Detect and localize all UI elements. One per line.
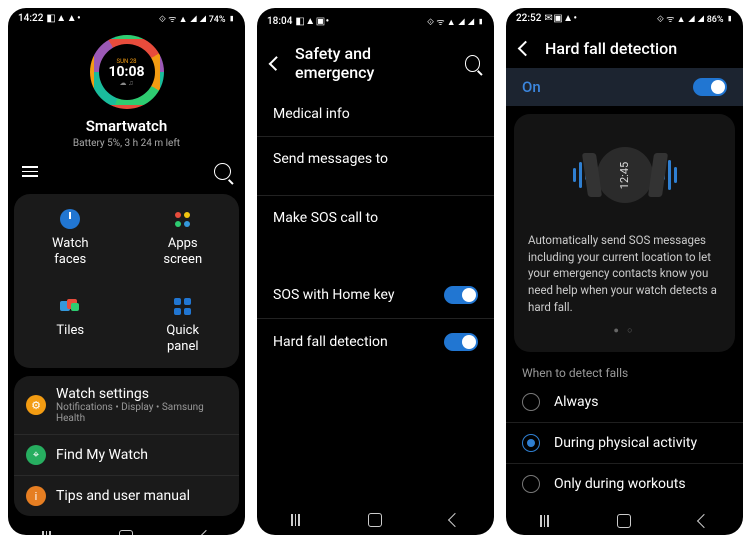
nav-home-icon[interactable] (617, 514, 631, 528)
apps-icon (175, 212, 190, 227)
status-left-icons: ◧ ▲ ▣ • (295, 16, 328, 27)
status-bar: 18:04 ◧ ▲ ▣ • ⟐ ᯤ ▲ ◢ ◢ ▮ (257, 8, 494, 34)
watch-settings-item[interactable]: ⚙ Watch settings Notifications • Display… (14, 376, 239, 434)
nav-back-icon[interactable] (448, 513, 462, 527)
status-time: 18:04 (267, 16, 292, 27)
status-right-icons: ⟐ ᯤ ▲ ◢ ◢ 74% ▮ (159, 12, 235, 25)
watch-icon: 12:45 (597, 147, 653, 203)
page-title: Hard fall detection (545, 39, 677, 58)
nav-recent-icon[interactable] (42, 531, 51, 535)
option-physical-activity[interactable]: During physical activity (506, 423, 743, 464)
fall-illustration: 12:45 (528, 130, 721, 220)
status-bar: 14:22 ◧ ▲ ▲ • ⟐ ᯤ ▲ ◢ ◢ 74% ▮ (8, 8, 245, 29)
nav-home-icon[interactable] (368, 513, 382, 527)
search-icon[interactable] (465, 55, 480, 72)
nav-bar (257, 503, 494, 535)
info-icon: i (26, 486, 46, 506)
send-messages-item[interactable]: Send messages to (257, 137, 494, 196)
phone-screen-3: 22:52 ✉ ▣ ▲ • ⟐ ᯤ ▲ ◢ ◢ 86% ▮ Hard fall … (506, 8, 743, 535)
back-icon[interactable] (518, 41, 534, 57)
nav-recent-icon[interactable] (291, 514, 300, 526)
back-icon[interactable] (269, 56, 284, 71)
section-label: When to detect falls (506, 360, 743, 382)
master-toggle-row[interactable]: On (506, 68, 743, 106)
nav-recent-icon[interactable] (540, 515, 549, 527)
nav-home-icon[interactable] (119, 530, 133, 535)
quick-panel-icon (174, 298, 191, 315)
status-right-icons: ⟐ ᯤ ▲ ◢ ◢ 86% ▮ (657, 12, 733, 25)
option-workouts[interactable]: Only during workouts (506, 464, 743, 504)
watch-face-icon (60, 209, 80, 229)
search-icon[interactable] (214, 163, 231, 180)
toggle-switch[interactable] (444, 286, 478, 304)
apps-screen-button[interactable]: Apps screen (127, 194, 240, 281)
quick-grid: Watch faces Apps screen Tiles Quick pane… (14, 194, 239, 368)
phone-screen-2: 18:04 ◧ ▲ ▣ • ⟐ ᯤ ▲ ◢ ◢ ▮ Safety and eme… (257, 8, 494, 535)
page-header: Hard fall detection (506, 29, 743, 68)
settings-list: ⚙ Watch settings Notifications • Display… (14, 376, 239, 516)
page-title: Safety and emergency (295, 44, 437, 82)
tiles-button[interactable]: Tiles (14, 281, 127, 368)
tiles-icon (60, 299, 80, 313)
watch-faces-button[interactable]: Watch faces (14, 194, 127, 281)
medical-info-item[interactable]: Medical info (257, 92, 494, 137)
illustration-card: 12:45 Automatically send SOS messages in… (514, 114, 735, 352)
nav-bar (506, 504, 743, 535)
toggle-switch[interactable] (444, 333, 478, 351)
nav-bar (8, 520, 245, 535)
hard-fall-item[interactable]: Hard fall detection (257, 319, 494, 365)
nav-back-icon[interactable] (199, 530, 213, 535)
find-my-watch-item[interactable]: ⌖ Find My Watch (14, 434, 239, 475)
radio-icon-selected (522, 434, 540, 452)
sos-call-item[interactable]: Make SOS call to (257, 196, 494, 254)
sos-home-key-item[interactable]: SOS with Home key (257, 272, 494, 319)
radio-icon (522, 393, 540, 411)
page-indicator: ● ○ (528, 325, 721, 336)
quick-panel-button[interactable]: Quick panel (127, 281, 240, 368)
status-time: 14:22 (18, 13, 43, 24)
phone-screen-1: 14:22 ◧ ▲ ▲ • ⟐ ᯤ ▲ ◢ ◢ 74% ▮ SUN 28 10:… (8, 8, 245, 535)
watch-face-icon: SUN 28 10:08 ☁ ♫ (90, 35, 164, 109)
menu-icon[interactable] (22, 166, 38, 177)
location-icon: ⌖ (26, 445, 46, 465)
gear-icon: ⚙ (26, 395, 46, 415)
status-right-icons: ⟐ ᯤ ▲ ◢ ◢ ▮ (427, 15, 484, 28)
option-always[interactable]: Always (506, 382, 743, 423)
status-time: 22:52 (516, 13, 541, 24)
nav-back-icon[interactable] (697, 514, 711, 528)
radio-icon (522, 475, 540, 493)
battery-status: Battery 5%, 3 h 24 m left (73, 138, 180, 149)
description-text: Automatically send SOS messages includin… (528, 232, 721, 315)
page-header: Safety and emergency (257, 34, 494, 92)
device-name: Smartwatch (86, 117, 167, 135)
toggle-switch[interactable] (693, 78, 727, 96)
status-bar: 22:52 ✉ ▣ ▲ • ⟐ ᯤ ▲ ◢ ◢ 86% ▮ (506, 8, 743, 29)
status-left-icons: ◧ ▲ ▲ • (46, 13, 79, 24)
status-left-icons: ✉ ▣ ▲ • (544, 13, 576, 24)
watch-face-preview[interactable]: SUN 28 10:08 ☁ ♫ Smartwatch Battery 5%, … (8, 29, 245, 153)
tips-item[interactable]: i Tips and user manual (14, 475, 239, 516)
